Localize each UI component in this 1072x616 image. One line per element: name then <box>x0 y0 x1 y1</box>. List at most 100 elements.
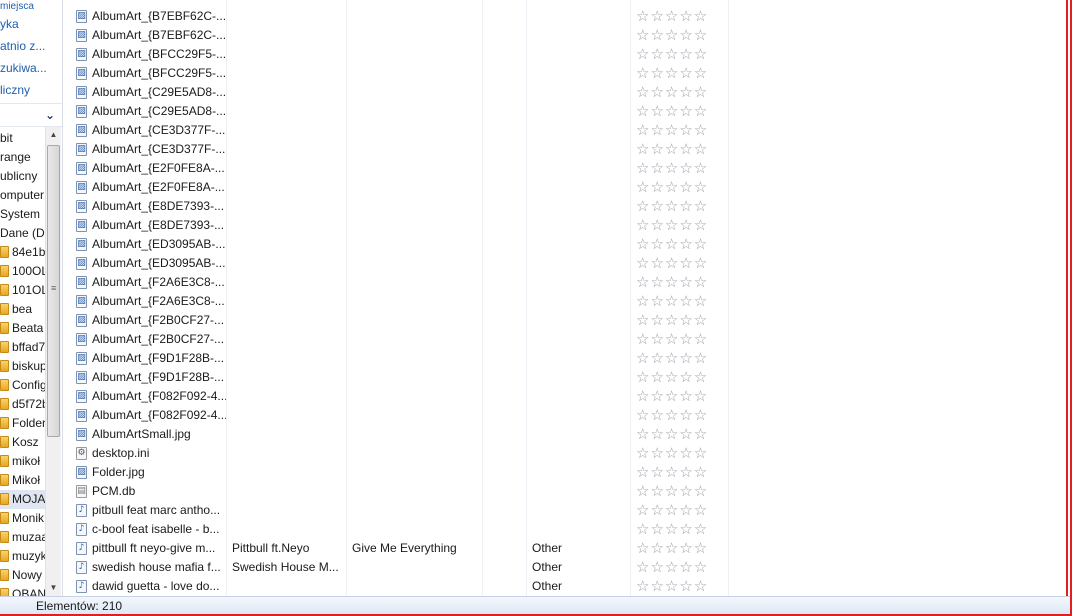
folder-tree-item[interactable]: MOJA <box>0 490 45 509</box>
rating-stars[interactable]: ☆☆☆☆☆ <box>636 425 730 444</box>
rating-stars[interactable]: ☆☆☆☆☆ <box>636 216 730 235</box>
file-row[interactable]: ▨ AlbumArt_{E2F0FE8A-... ☆☆☆☆☆ <box>64 159 1070 178</box>
file-row[interactable]: ▨ AlbumArt_{E8DE7393-... ☆☆☆☆☆ <box>64 197 1070 216</box>
file-row[interactable]: ▨ AlbumArtSmall.jpg ☆☆☆☆☆ <box>64 425 1070 444</box>
folder-tree-item[interactable]: range <box>0 148 45 167</box>
rating-stars[interactable]: ☆☆☆☆☆ <box>636 463 730 482</box>
folder-tree-item[interactable]: bffad7 <box>0 338 45 357</box>
rating-stars[interactable]: ☆☆☆☆☆ <box>636 197 730 216</box>
rating-stars[interactable]: ☆☆☆☆☆ <box>636 102 730 121</box>
rating-stars[interactable]: ☆☆☆☆☆ <box>636 83 730 102</box>
folder-tree-item[interactable]: Mikoł <box>0 471 45 490</box>
file-row[interactable]: ▨ AlbumArt_{BFCC29F5-... ☆☆☆☆☆ <box>64 64 1070 83</box>
folder-tree-item[interactable]: OBAN <box>0 585 46 596</box>
rating-stars[interactable]: ☆☆☆☆☆ <box>636 368 730 387</box>
rating-stars[interactable]: ☆☆☆☆☆ <box>636 558 730 577</box>
file-row[interactable]: ♪ swedish house mafia f... Swedish House M… <box>64 558 1070 577</box>
rating-stars[interactable]: ☆☆☆☆☆ <box>636 140 730 159</box>
file-row[interactable]: ▨ AlbumArt_{F9D1F28B-... ☆☆☆☆☆ <box>64 368 1070 387</box>
file-row[interactable]: ⚙ desktop.ini ☆☆☆☆☆ <box>64 444 1070 463</box>
favorites-item[interactable]: zukiwa... <box>0 59 47 78</box>
database-file-icon: ▤ <box>76 485 87 498</box>
rating-stars[interactable]: ☆☆☆☆☆ <box>636 254 730 273</box>
rating-stars[interactable]: ☆☆☆☆☆ <box>636 539 730 558</box>
chevron-down-icon[interactable]: ⌄ <box>45 108 55 122</box>
file-row[interactable]: ▨ AlbumArt_{ED3095AB-... ☆☆☆☆☆ <box>64 235 1070 254</box>
nav-scrollbar[interactable]: ▲ ≡ ▼ <box>45 127 61 596</box>
folder-tree-item[interactable]: mikoł <box>0 452 45 471</box>
rating-stars[interactable]: ☆☆☆☆☆ <box>636 178 730 197</box>
file-row[interactable]: ▤ PCM.db ☆☆☆☆☆ <box>64 482 1070 501</box>
rating-stars[interactable]: ☆☆☆☆☆ <box>636 273 730 292</box>
file-row[interactable]: ▨ AlbumArt_{F9D1F28B-... ☆☆☆☆☆ <box>64 349 1070 368</box>
file-row[interactable]: ▨ AlbumArt_{F2B0CF27-... ☆☆☆☆☆ <box>64 311 1070 330</box>
file-row[interactable]: ▨ AlbumArt_{F082F092-4... ☆☆☆☆☆ <box>64 406 1070 425</box>
file-row[interactable]: ▨ AlbumArt_{F2B0CF27-... ☆☆☆☆☆ <box>64 330 1070 349</box>
file-row[interactable]: ♪ dawid guetta - love do... Other ☆☆☆☆☆ <box>64 577 1070 596</box>
folder-tree-item[interactable]: omputer <box>0 186 45 205</box>
file-row[interactable]: ♪ c-bool feat isabelle - b... ☆☆☆☆☆ <box>64 520 1070 539</box>
folder-tree-item[interactable]: d5f72b <box>0 395 49 414</box>
folder-tree-item[interactable]: bit <box>0 129 45 148</box>
file-row[interactable]: ▨ AlbumArt_{F2A6E3C8-... ☆☆☆☆☆ <box>64 273 1070 292</box>
rating-stars[interactable]: ☆☆☆☆☆ <box>636 235 730 254</box>
file-row[interactable]: ♪ pitbull feat marc antho... ☆☆☆☆☆ <box>64 501 1070 520</box>
rating-stars[interactable]: ☆☆☆☆☆ <box>636 311 730 330</box>
file-row[interactable]: ▨ AlbumArt_{CE3D377F-... ☆☆☆☆☆ <box>64 140 1070 159</box>
folder-tree-item[interactable]: muzaa <box>0 528 48 547</box>
file-row[interactable]: ▨ AlbumArt_{E8DE7393-... ☆☆☆☆☆ <box>64 216 1070 235</box>
rating-stars[interactable]: ☆☆☆☆☆ <box>636 501 730 520</box>
folder-tree-item[interactable]: Config <box>0 376 47 395</box>
file-row[interactable]: ▨ AlbumArt_{B7EBF62C-... ☆☆☆☆☆ <box>64 7 1070 26</box>
rating-stars[interactable]: ☆☆☆☆☆ <box>636 444 730 463</box>
file-row[interactable]: ▨ AlbumArt_{BFCC29F5-... ☆☆☆☆☆ <box>64 45 1070 64</box>
rating-stars[interactable]: ☆☆☆☆☆ <box>636 349 730 368</box>
rating-stars[interactable]: ☆☆☆☆☆ <box>636 482 730 501</box>
file-album <box>352 387 482 406</box>
rating-stars[interactable]: ☆☆☆☆☆ <box>636 26 730 45</box>
rating-stars[interactable]: ☆☆☆☆☆ <box>636 577 730 596</box>
scrollbar-thumb[interactable]: ≡ <box>47 145 60 437</box>
file-genre: Other <box>532 579 563 593</box>
folder-tree-item[interactable]: 100OL <box>0 262 48 281</box>
favorites-item[interactable]: yka <box>0 15 19 34</box>
folder-tree-item[interactable]: ublicny <box>0 167 45 186</box>
file-row[interactable]: ▨ AlbumArt_{E2F0FE8A-... ☆☆☆☆☆ <box>64 178 1070 197</box>
rating-stars[interactable]: ☆☆☆☆☆ <box>636 387 730 406</box>
file-row[interactable]: ▨ AlbumArt_{CE3D377F-... ☆☆☆☆☆ <box>64 121 1070 140</box>
file-row[interactable]: ▨ AlbumArt_{C29E5AD8-... ☆☆☆☆☆ <box>64 83 1070 102</box>
rating-stars[interactable]: ☆☆☆☆☆ <box>636 406 730 425</box>
favorites-item[interactable]: atnio z... <box>0 37 45 56</box>
rating-stars[interactable]: ☆☆☆☆☆ <box>636 121 730 140</box>
rating-stars[interactable]: ☆☆☆☆☆ <box>636 7 730 26</box>
rating-stars[interactable]: ☆☆☆☆☆ <box>636 330 730 349</box>
folder-tree-item[interactable]: Beata <box>0 319 45 338</box>
folder-tree-item[interactable]: Dane (D <box>0 224 45 243</box>
file-row[interactable]: ▨ AlbumArt_{ED3095AB-... ☆☆☆☆☆ <box>64 254 1070 273</box>
rating-stars[interactable]: ☆☆☆☆☆ <box>636 520 730 539</box>
file-row[interactable]: ▨ AlbumArt_{B7EBF62C-... ☆☆☆☆☆ <box>64 26 1070 45</box>
folder-tree-item[interactable]: Monik <box>0 509 45 528</box>
file-row[interactable]: ▨ AlbumArt_{C29E5AD8-... ☆☆☆☆☆ <box>64 102 1070 121</box>
folder-tree-item[interactable]: bea <box>0 300 45 319</box>
rating-stars[interactable]: ☆☆☆☆☆ <box>636 292 730 311</box>
folder-tree-item[interactable]: 84e1b <box>0 243 45 262</box>
folder-tree-item[interactable]: biskup <box>0 357 47 376</box>
rating-stars[interactable]: ☆☆☆☆☆ <box>636 45 730 64</box>
favorites-item-clipped[interactable]: ostatnie miejsca <box>0 0 62 12</box>
file-row[interactable]: ▨ AlbumArt_{F2A6E3C8-... ☆☆☆☆☆ <box>64 292 1070 311</box>
folder-tree-item[interactable]: 101OL <box>0 281 48 300</box>
file-row[interactable]: ♪ pittbull ft neyo-give m... Pittbull ft.N… <box>64 539 1070 558</box>
folder-tree-item[interactable]: muzyk <box>0 547 47 566</box>
folder-tree-item[interactable]: Folder <box>0 414 46 433</box>
rating-stars[interactable]: ☆☆☆☆☆ <box>636 64 730 83</box>
rating-stars[interactable]: ☆☆☆☆☆ <box>636 159 730 178</box>
folder-tree-item[interactable]: Nowy <box>0 566 45 585</box>
folder-tree-item[interactable]: Kosz <box>0 433 45 452</box>
file-row[interactable]: ▨ Folder.jpg ☆☆☆☆☆ <box>64 463 1070 482</box>
scroll-up-arrow-icon[interactable]: ▲ <box>46 127 61 143</box>
folder-tree-item[interactable]: System <box>0 205 45 224</box>
favorites-item[interactable]: liczny <box>0 81 30 100</box>
file-row[interactable]: ▨ AlbumArt_{F082F092-4... ☆☆☆☆☆ <box>64 387 1070 406</box>
scroll-down-arrow-icon[interactable]: ▼ <box>46 580 61 596</box>
